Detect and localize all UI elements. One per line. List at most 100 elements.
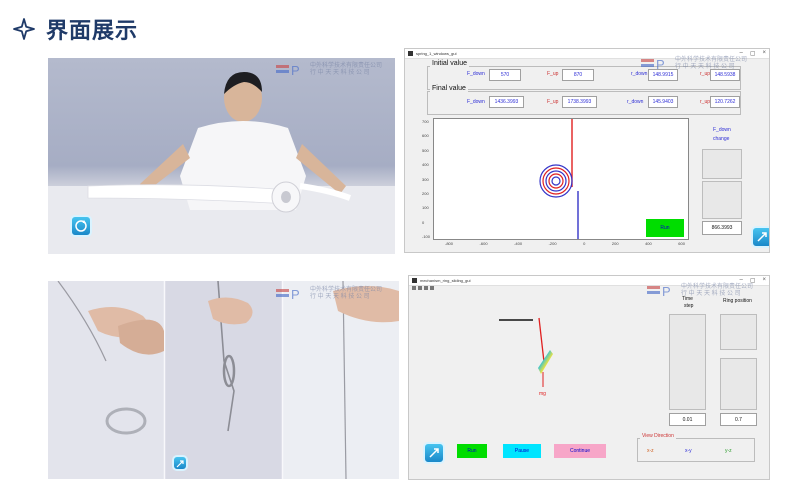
window-title: spring_1_windows_gui [416,51,457,56]
close-icon[interactable]: × [762,50,766,57]
y-tick: 600 [422,133,429,139]
watermark: P 中外科学技术有限责任公司 行 中 天 天 科 技 公 司 [641,57,747,71]
change-indicator-top [702,149,742,179]
y-tick: -100 [422,234,431,239]
toolbar-pan-icon[interactable] [412,286,416,290]
watermark-text-bottom: 行 中 天 天 科 技 公 司 [675,64,735,70]
x-tick-labels: -800 -600 -400 -200 0 200 400 600 [445,241,685,246]
x-tick: 200 [611,241,619,246]
x-tick: -800 [445,241,454,246]
window-title: mechanism_ring_sliding_gui [420,278,471,283]
video-play-button[interactable] [423,442,445,464]
expand-icon [176,460,184,468]
time-step-label-2: step [684,303,694,309]
view-option-yz[interactable]: y-z [725,448,732,454]
final-f-up-label: F_up [547,99,559,105]
mechanism-svg: mg [499,317,553,397]
watermark-text-bottom: 行 中 天 天 科 技 公 司 [310,294,370,300]
svg-text:P: P [662,284,671,298]
ring-position-slider-bottom[interactable] [720,358,757,410]
change-indicator-bottom [702,181,742,219]
spring-spiral [539,164,573,198]
video-play-button[interactable] [172,455,188,471]
initial-f-up-field[interactable]: 870 [562,69,594,81]
x-tick: -200 [548,241,557,246]
initial-r-up-label: r_up [700,71,711,77]
y-tick: 0 [422,219,425,225]
ring-position-slider-top[interactable] [720,314,757,350]
minimize-icon[interactable]: – [739,50,742,57]
section-header: 界面展示 [12,14,138,44]
minimize-icon[interactable]: – [739,277,742,284]
time-step-slider[interactable] [669,314,706,410]
run-button-label: Run [660,225,670,231]
y-tick: 700 [422,119,429,124]
toolbar-data-icon[interactable] [430,286,434,290]
sparkle-diamond-icon [13,18,35,40]
ring-sliding-gui-window: mechanism_ring_sliding_gui – ▢ × mg Time… [408,275,770,480]
window-controls: – ▢ × [739,277,766,284]
video-play-button[interactable] [70,215,92,237]
initial-f-up-label: F_up [547,71,559,77]
maximize-icon[interactable]: ▢ [750,50,756,57]
x-tick: 0 [583,241,586,246]
view-direction-label: View Direction [640,433,676,439]
close-icon[interactable]: × [762,277,766,284]
toolbar-rotate-icon[interactable] [424,286,428,290]
watermark-text-top: 中外科学技术有限责任公司 [675,57,748,63]
y-tick: 200 [422,190,429,196]
y-tick: 400 [422,162,429,168]
maximize-icon[interactable]: ▢ [750,277,756,284]
final-r-up-label: r_up [700,99,711,105]
pause-button[interactable]: Pause [503,444,541,458]
run-button[interactable]: Run [646,219,684,237]
final-f-down-field[interactable]: 1436.3993 [489,96,524,108]
watermark-text-top: 中外科学技术有限责任公司 [310,63,383,69]
company-logo-icon: P [641,57,665,71]
time-step-field[interactable]: 0.01 [669,413,706,426]
company-logo-icon: P [647,284,671,298]
final-r-down-field[interactable]: 145.9403 [648,96,678,108]
sliding-ring-shape [538,350,553,374]
section-title: 界面展示 [46,19,139,44]
watermark-text-top: 中外科学技术有限责任公司 [681,284,754,290]
run-button[interactable]: Run [457,444,487,458]
f-down-side-label: F_down [713,127,731,133]
view-option-xy[interactable]: x-y [685,448,692,454]
y-tick: 300 [422,176,429,182]
refresh-icon [75,220,87,232]
company-logo-icon: P [276,63,300,77]
ring-position-label: Ring position [723,298,752,304]
y-tick: 500 [422,147,429,153]
watermark-text-top: 中外科学技术有限责任公司 [310,287,383,293]
run-button-label: Run [467,448,477,454]
watermark-text-bottom: 行 中 天 天 科 技 公 司 [310,70,370,76]
final-f-down-label: F_down [467,99,485,105]
svg-text:P: P [656,57,665,71]
video-play-button[interactable] [751,226,769,248]
pause-button-label: Pause [514,448,530,454]
change-side-label: change [713,136,730,142]
expand-icon [757,232,767,242]
x-tick: -400 [514,241,523,246]
change-value-field[interactable]: 866.3993 [702,221,742,235]
initial-f-down-field[interactable]: 570 [489,69,521,81]
view-option-xz[interactable]: x-z [647,448,654,454]
watermark-text-bottom: 行 中 天 天 科 技 公 司 [681,291,741,297]
watermark: P 中外科学技术有限责任公司 行 中 天 天 科 技 公 司 [276,287,382,301]
continue-button-label: Continue [569,448,590,454]
demo-video-tape-frame: P 中外科学技术有限责任公司 行 中 天 天 科 技 公 司 [48,58,395,254]
ring-position-field[interactable]: 0.7 [720,413,757,426]
company-logo-icon: P [276,287,300,301]
mechanism-canvas: mg [409,292,659,442]
final-f-up-field[interactable]: 1738.3993 [562,96,597,108]
watermark: P 中外科学技术有限责任公司 行 中 天 天 科 技 公 司 [276,63,382,77]
toolbar-zoom-icon[interactable] [418,286,422,290]
continue-button[interactable]: Continue [554,444,606,458]
x-tick: -600 [479,241,488,246]
final-r-up-field[interactable]: 120.7262 [710,96,740,108]
y-tick: 100 [422,205,429,211]
window-controls: – ▢ × [739,50,766,57]
rod-line [538,317,545,363]
tape-photo-illustration [48,72,395,254]
